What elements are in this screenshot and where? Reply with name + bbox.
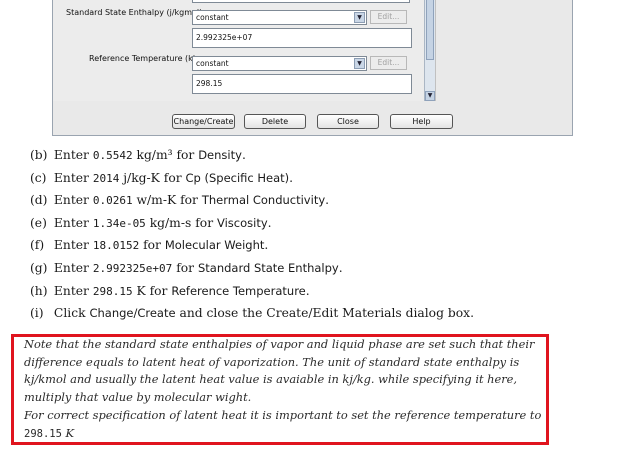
step-tag: (f) <box>30 238 45 253</box>
step-verb: Enter <box>53 193 93 208</box>
step-end: . <box>241 148 246 162</box>
step-value: 1.34e-05 <box>92 216 146 230</box>
step-verb: Enter <box>53 261 93 275</box>
step-verb: Click <box>53 306 90 321</box>
step-tag: (e) <box>30 215 47 230</box>
step-for: for <box>145 283 172 298</box>
step-verb: Enter <box>53 238 93 253</box>
close-button[interactable]: Close <box>317 114 379 129</box>
step-property: Reference Temperature <box>171 283 306 298</box>
step-value: 0.0261 <box>92 194 133 208</box>
step-value: 2014 <box>92 171 120 185</box>
standard-state-enthalpy-input[interactable]: 2.992325e+07 <box>192 28 412 48</box>
step-value: 2.992325e+07 <box>92 262 173 275</box>
step-property: Density <box>198 148 242 162</box>
step-thermal-conductivity: (d) Enter 0.0261 w/m-K for Thermal Condu… <box>30 193 329 207</box>
step-unit: kg/m-s <box>145 215 192 230</box>
standard-state-enthalpy-method-select[interactable]: constant ▼ <box>192 10 367 25</box>
step-property: Viscosity <box>216 215 268 230</box>
step-tag: (h) <box>30 283 48 298</box>
help-button[interactable]: Help <box>390 114 453 129</box>
step-verb: Enter <box>53 283 93 298</box>
step-property: Change/Create <box>89 306 176 321</box>
step-for: for <box>191 215 217 230</box>
side-panel <box>435 0 572 101</box>
note-text: For correct specification of latent heat… <box>24 408 542 422</box>
scrollbar-thumb[interactable] <box>426 0 434 60</box>
step-verb: Enter <box>53 215 93 230</box>
step-for: for <box>159 170 186 185</box>
note-highlight-box: Note that the standard state enthalpies … <box>11 334 549 445</box>
step-molecular-weight: (f) Enter 18.0152 for Molecular Weight. <box>30 238 268 252</box>
step-end: . <box>267 215 272 230</box>
step-end: . <box>325 193 330 208</box>
step-property: Standard State Enthalpy <box>197 261 339 275</box>
select-value: constant <box>196 13 229 22</box>
step-for: for <box>172 261 198 275</box>
step-property: Molecular Weight <box>164 238 265 253</box>
step-tag: (i) <box>30 306 44 321</box>
step-viscosity: (e) Enter 1.34e-05 kg/m-s for Viscosity. <box>30 216 272 230</box>
dialog-button-row: Change/Create Delete Close Help <box>53 114 572 132</box>
chevron-down-icon[interactable]: ▼ <box>354 12 365 23</box>
step-tag: (b) <box>30 148 48 162</box>
change-create-button[interactable]: Change/Create <box>172 114 235 129</box>
scroll-down-arrow-icon[interactable]: ▼ <box>425 91 435 101</box>
step-value: 298.15 <box>92 284 133 298</box>
reference-temperature-input[interactable]: 298.15 <box>192 74 412 94</box>
delete-button[interactable]: Delete <box>244 114 306 129</box>
step-end: . <box>338 261 343 275</box>
step-density: (b) Enter 0.5542 kg/m³ for Density. <box>30 148 246 162</box>
note-paragraph-reference-temperature: For correct specification of latent heat… <box>24 407 542 443</box>
reference-temperature-label: Reference Temperature (k) <box>89 54 196 63</box>
step-cp: (c) Enter 2014 j/kg-K for Cp (Specific H… <box>30 171 293 185</box>
step-for: for <box>176 193 202 208</box>
materials-dialog: Standard State Enthalpy (j/kgmol) consta… <box>52 0 573 136</box>
step-end: . <box>305 283 310 298</box>
select-value: constant <box>196 59 229 68</box>
note-unit: K <box>61 425 75 440</box>
note-value: 298.15 <box>24 427 62 440</box>
reference-temperature-method-select[interactable]: constant ▼ <box>192 56 367 71</box>
reference-temperature-edit-button[interactable]: Edit... <box>370 56 407 70</box>
standard-state-enthalpy-edit-button[interactable]: Edit... <box>370 10 407 24</box>
step-tag: (g) <box>30 261 48 275</box>
step-verb: Enter <box>53 148 93 162</box>
step-tag: (d) <box>30 193 48 208</box>
step-value: 18.0152 <box>92 239 140 253</box>
chevron-down-icon[interactable]: ▼ <box>354 58 365 69</box>
step-tag: (c) <box>30 170 47 185</box>
step-unit: w/m-K <box>132 193 177 208</box>
note-paragraph-latent-heat: Note that the standard state enthalpies … <box>24 337 535 404</box>
step-end: . <box>289 170 294 185</box>
step-standard-state-enthalpy: (g) Enter 2.992325e+07 for Standard Stat… <box>30 261 343 275</box>
step-property: Thermal Conductivity <box>201 193 326 208</box>
step-verb: Enter <box>53 170 93 185</box>
properties-panel: Standard State Enthalpy (j/kgmol) consta… <box>53 0 435 101</box>
step-unit: K <box>132 283 146 298</box>
step-click-change-create: (i) Click Change/Create and close the Cr… <box>30 306 474 320</box>
step-reference-temperature: (h) Enter 298.15 K for Reference Tempera… <box>30 284 310 298</box>
step-value: 0.5542 <box>92 149 133 162</box>
properties-scrollbar[interactable]: ▼ <box>424 0 435 101</box>
step-for: for <box>172 148 199 162</box>
step-end: and close the Create/Edit Materials dial… <box>175 306 474 321</box>
step-property: Cp (Specific Heat) <box>185 170 290 185</box>
step-for: for <box>139 238 165 253</box>
step-unit: kg/m³ <box>132 148 173 162</box>
standard-state-enthalpy-label: Standard State Enthalpy (j/kgmol) <box>66 8 203 17</box>
step-end: . <box>264 238 269 253</box>
step-unit: j/kg-K <box>119 170 160 185</box>
previous-value-field[interactable] <box>192 0 410 3</box>
